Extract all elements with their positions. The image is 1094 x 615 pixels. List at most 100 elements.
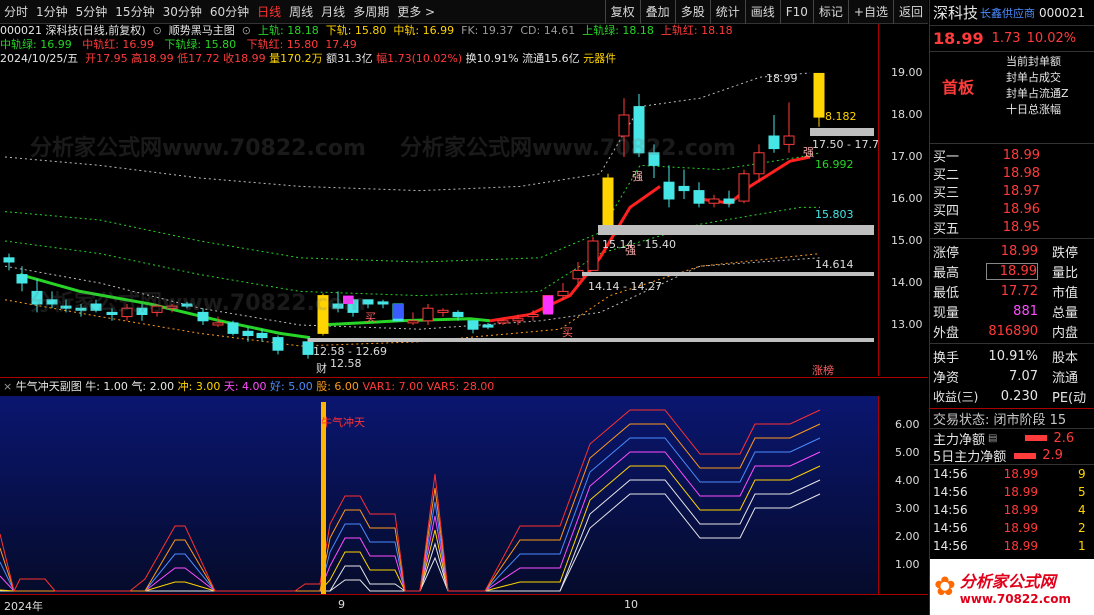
period-tab-daily[interactable]: 日线 xyxy=(253,0,285,24)
list-icon[interactable]: ▤ xyxy=(988,433,997,444)
stats-button[interactable]: 统计 xyxy=(709,0,745,24)
sub-tian: 天: 4.00 xyxy=(223,380,267,393)
price-tick: 18.00 xyxy=(891,108,923,121)
sub-tick: 6.00 xyxy=(895,418,920,431)
bar-float: 流通15.6亿 xyxy=(522,52,580,65)
candle-body xyxy=(467,320,479,330)
bid-row[interactable]: 买五 18.95 xyxy=(930,218,1094,237)
mark-button[interactable]: 标记 xyxy=(812,0,848,24)
candle-body xyxy=(753,152,765,175)
stock-tag[interactable]: 长鑫供应商 xyxy=(980,5,1035,21)
board-label: 封单占流通Z xyxy=(1006,87,1069,100)
candle-body xyxy=(332,303,344,309)
f10-button[interactable]: F10 xyxy=(779,0,813,24)
close-icon[interactable]: × xyxy=(3,380,12,393)
tick-row: 14:56 18.99 9 xyxy=(933,467,1086,481)
candle-body xyxy=(16,274,28,284)
price-tick: 15.00 xyxy=(891,234,923,247)
value-label: 14.614 xyxy=(815,258,854,271)
stock-code: 000021 xyxy=(1039,5,1085,20)
bid-row[interactable]: 买三 18.97 xyxy=(930,182,1094,201)
candle-body xyxy=(437,309,449,313)
candle-body xyxy=(783,135,795,145)
support-line xyxy=(308,338,874,342)
bar-sector[interactable]: 元器件 xyxy=(583,52,616,65)
candle-body xyxy=(497,320,509,324)
candle-body xyxy=(633,106,645,154)
mid-line xyxy=(4,206,820,297)
value-label: 15.803 xyxy=(815,208,854,221)
bar-close: 收18.99 xyxy=(223,52,266,65)
period-tab-5min[interactable]: 5分钟 xyxy=(72,0,112,24)
period-tab-15min[interactable]: 15分钟 xyxy=(111,0,158,24)
candle-body xyxy=(693,190,705,204)
quote-panel: 深科技 长鑫供应商 000021 18.99 1.73 10.02% 首板 当前… xyxy=(929,0,1094,615)
sub-tick: 4.00 xyxy=(895,474,920,487)
add-watchlist-button[interactable]: +自选 xyxy=(847,0,893,24)
bid-row[interactable]: 买二 18.98 xyxy=(930,164,1094,183)
upper-green-value: 上轨绿: 18.18 xyxy=(582,24,654,37)
period-tab-more[interactable]: 更多 > xyxy=(393,0,439,24)
logo-text: 分析家公式网 xyxy=(959,572,1056,591)
period-tab-fenshi[interactable]: 分时 xyxy=(0,0,32,24)
flower-logo-icon: ✿ xyxy=(934,572,956,602)
bid-row[interactable]: 买四 18.96 xyxy=(930,200,1094,219)
sub-indicator-chart[interactable]: 牛气冲天 xyxy=(0,396,878,594)
bar-turnover: 换10.91% xyxy=(465,52,519,65)
period-tab-multi[interactable]: 多周期 xyxy=(349,0,393,24)
tick-row: 14:56 18.99 4 xyxy=(933,503,1086,517)
candle-body xyxy=(136,307,148,316)
kline-chart[interactable]: 18.99 8.182 17.50 - 17.7 16.992 15.803 14.614… xyxy=(0,24,878,376)
lower-green-value: 下轨绿: 15.80 xyxy=(164,38,237,51)
kline-annotations: 18.99 8.182 17.50 - 17.7 16.992 15.803 14.614… xyxy=(313,72,878,376)
sub-axis: 6.00 5.00 4.00 3.00 2.00 1.00 xyxy=(878,396,928,594)
candle-body xyxy=(738,173,750,202)
main-net5-bar xyxy=(1014,452,1037,459)
bar-amplitude: 幅1.73(10.02%) xyxy=(376,52,463,65)
kline-candles xyxy=(3,72,825,359)
sub-indicator-name[interactable]: 牛气冲天副图 xyxy=(16,380,82,393)
adjust-button[interactable]: 复权 xyxy=(604,0,640,24)
draw-line-button[interactable]: 画线 xyxy=(744,0,780,24)
back-button[interactable]: 返回 xyxy=(892,0,928,24)
candle-body xyxy=(151,305,163,313)
buy-label: 买 xyxy=(562,326,573,339)
candle-body xyxy=(256,332,268,339)
period-tab-30min[interactable]: 30分钟 xyxy=(159,0,206,24)
signal-bar xyxy=(321,402,326,594)
stat-row: 收益(三) 0.230 PE(动 xyxy=(933,388,1087,406)
date-tick: 2024年 xyxy=(4,600,43,613)
sub-var1: VAR1: 7.00 xyxy=(362,380,424,393)
chevron-down-icon[interactable]: ⊙ xyxy=(149,24,165,37)
upper-band-line xyxy=(4,72,811,192)
candle-body xyxy=(166,305,178,309)
strong-label: 强 xyxy=(803,146,814,159)
candle-body xyxy=(813,72,825,118)
overlay-button[interactable]: 叠加 xyxy=(639,0,675,24)
period-tab-weekly[interactable]: 周线 xyxy=(285,0,317,24)
bar-amount: 额31.3亿 xyxy=(326,52,373,65)
sub-gu: 股: 6.00 xyxy=(316,380,359,393)
candle-body xyxy=(106,311,118,315)
bid-row[interactable]: 买一 18.99 xyxy=(930,146,1094,165)
candle-body xyxy=(678,185,690,192)
period-tab-monthly[interactable]: 月线 xyxy=(317,0,349,24)
sub-tick: 5.00 xyxy=(895,446,920,459)
candle-body xyxy=(31,290,43,305)
candle-body xyxy=(302,341,314,355)
candle-body xyxy=(393,304,403,319)
price-change-pct: 10.02% xyxy=(1026,31,1077,46)
period-tab-60min[interactable]: 60分钟 xyxy=(206,0,253,24)
date-axis: 2024年 9 10 xyxy=(0,594,928,615)
period-tab-1min[interactable]: 1分钟 xyxy=(32,0,72,24)
multi-stock-button[interactable]: 多股 xyxy=(674,0,710,24)
candle-body xyxy=(723,198,735,204)
candle-body xyxy=(272,337,284,351)
stats-list: 涨停 18.99 跌停 最高 18.99 量比 最低 17.72 市值 现量 881 总量 外盘… xyxy=(930,239,1094,344)
sub-chong: 冲: 3.00 xyxy=(177,380,221,393)
board-label: 十日总涨幅 xyxy=(1006,103,1061,116)
main-indicator-name[interactable]: 顺势黑马主图 xyxy=(169,24,235,37)
chevron-down-icon[interactable]: ⊙ xyxy=(238,24,254,37)
stat-row: 换手 10.91% 股本 xyxy=(933,348,1079,366)
bar-high: 高18.99 xyxy=(131,52,174,65)
